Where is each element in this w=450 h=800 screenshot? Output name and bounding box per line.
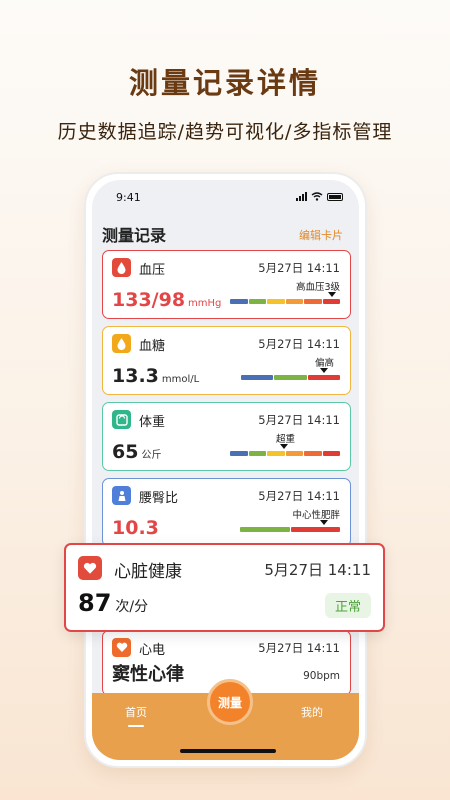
sugar-drop-icon: [112, 334, 131, 353]
home-indicator: [180, 749, 276, 753]
card-unit: 次/分: [115, 599, 149, 615]
card-date: 5月27日 14:11: [264, 561, 371, 579]
card-name: 心电: [139, 643, 166, 658]
card-value: 窦性心律: [112, 664, 184, 685]
wifi-icon: [311, 192, 323, 201]
blood-pressure-card[interactable]: 血压 5月27日 14:11 高血压3级 133/98 mmHg: [102, 250, 351, 319]
ecg-bpm: 90bpm: [303, 670, 340, 682]
card-unit: mmHg: [188, 298, 222, 309]
card-value: 133/98 mmHg: [112, 289, 221, 311]
card-value-number: 10.3: [112, 517, 159, 539]
level-scale: [230, 451, 340, 456]
card-date: 5月27日 14:11: [258, 641, 340, 655]
level-marker: [320, 520, 328, 525]
level-marker: [280, 444, 288, 449]
heart-icon: [78, 556, 102, 580]
app-screen: 9:41 测量记录 编辑卡片 血压 5月27日 14:11 高血压3级 133/…: [92, 180, 359, 760]
tab-home[interactable]: 首页: [125, 704, 147, 720]
tab-bar: 首页 测量 我的: [92, 679, 359, 760]
weight-card[interactable]: 体重 5月27日 14:11 超重 65 公斤: [102, 402, 351, 471]
phone-frame: 9:41 测量记录 编辑卡片 血压 5月27日 14:11 高血压3级 133/…: [84, 172, 367, 768]
waist-hip-card[interactable]: 腰臀比 5月27日 14:11 中心性肥胖 10.3: [102, 478, 351, 547]
body-icon: [112, 486, 131, 505]
card-name: 血糖: [139, 339, 166, 354]
card-value-number: 87: [78, 589, 112, 617]
level-scale: [230, 299, 340, 304]
status-icons: [296, 192, 343, 201]
card-date: 5月27日 14:11: [258, 337, 340, 351]
scale-icon: [112, 410, 131, 429]
blood-sugar-card[interactable]: 血糖 5月27日 14:11 偏高 13.3 mmol/L: [102, 326, 351, 395]
card-value: 13.3 mmol/L: [112, 365, 199, 387]
level-label: 高血压3级: [295, 282, 340, 293]
tab-home-indicator: [128, 725, 144, 727]
tab-mine[interactable]: 我的: [301, 704, 323, 720]
card-value-number: 65: [112, 441, 139, 463]
signal-icon: [296, 192, 307, 201]
page-title: 测量记录: [102, 226, 167, 245]
promo-subline: 历史数据追踪/趋势可视化/多指标管理: [57, 121, 393, 143]
level-label: 偏高: [314, 358, 334, 369]
level-label: 中心性肥胖: [292, 510, 340, 521]
level-scale: [240, 527, 340, 532]
measure-button[interactable]: 测量: [207, 679, 253, 725]
card-name: 腰臀比: [139, 491, 179, 506]
card-name: 心脏健康: [114, 562, 182, 582]
status-badge: 正常: [325, 593, 371, 618]
heart-health-card[interactable]: 心脏健康 5月27日 14:11 87 次/分 正常: [64, 543, 385, 632]
card-date: 5月27日 14:11: [258, 413, 340, 427]
level-marker: [320, 368, 328, 373]
card-value: 65 公斤: [112, 441, 161, 463]
level-label: 超重: [275, 434, 295, 445]
promo-headline: 测量记录详情: [128, 66, 321, 100]
card-name: 体重: [139, 415, 166, 430]
card-value: 10.3: [112, 517, 159, 539]
card-value-number: 13.3: [112, 365, 159, 387]
blood-drop-icon: [112, 258, 131, 277]
level-marker: [328, 292, 336, 297]
status-time: 9:41: [116, 191, 141, 204]
card-unit: 公斤: [141, 450, 162, 461]
card-unit: mmol/L: [161, 374, 200, 385]
card-value: 87 次/分: [78, 589, 148, 617]
edit-cards-link[interactable]: 编辑卡片: [299, 227, 343, 243]
card-name: 血压: [139, 263, 166, 278]
ecg-heart-icon: [112, 638, 131, 657]
card-date: 5月27日 14:11: [258, 489, 340, 503]
level-scale: [241, 375, 340, 380]
battery-icon: [327, 192, 343, 201]
status-bar: 9:41: [92, 180, 359, 214]
card-value-number: 133/98: [112, 289, 186, 311]
card-date: 5月27日 14:11: [258, 261, 340, 275]
